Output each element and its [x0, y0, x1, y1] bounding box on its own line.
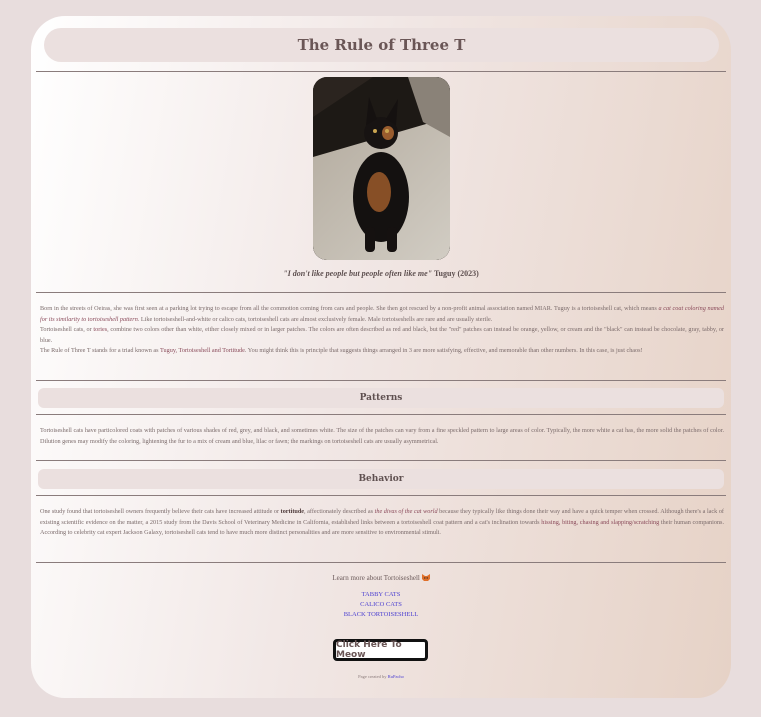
patterns-text: Tortoiseshell cats have particolored coa… — [40, 426, 724, 447]
meow-button[interactable]: Click Here To Meow — [333, 639, 428, 661]
divider — [36, 460, 726, 461]
intro-p3-a: The Rule of Three T stands for a triad k… — [40, 347, 160, 354]
link-black-tortoiseshell[interactable]: BLACK TORTOISESHELL — [31, 610, 731, 620]
link-tabby-cats[interactable]: TABBY CATS — [31, 590, 731, 600]
cat-face-icon — [421, 574, 430, 581]
patterns-paragraph: Tortoiseshell cats have particolored coa… — [40, 427, 724, 445]
divider — [36, 292, 726, 293]
meow-button-label: Click Here To Meow — [336, 640, 402, 660]
intro-p1-a: Born in the streets of Oeiras, she was f… — [40, 305, 659, 312]
caption-quote: "I don't like people but people often li… — [283, 269, 433, 278]
behavior-text: One study found that tortoiseshell owner… — [40, 507, 724, 539]
related-links: TABBY CATS CALICO CATS BLACK TORTOISESHE… — [31, 590, 731, 620]
divider — [36, 414, 726, 415]
intro-text: Born in the streets of Oeiras, she was f… — [40, 304, 724, 357]
intro-p3-hl: Tuguy, Tortoiseshell and Tortitude — [160, 347, 245, 354]
behavior-heading-text: Behavior — [358, 474, 404, 484]
section-heading-patterns: Patterns — [38, 388, 724, 408]
behavior-em: the divas of the cat world — [374, 508, 438, 515]
divider — [36, 495, 726, 496]
divider — [36, 380, 726, 381]
credit-prefix: Page created by — [358, 674, 387, 679]
page-title: The Rule of Three T — [44, 28, 719, 62]
learn-more-text: Learn more about Tortoiseshell — [332, 574, 420, 582]
behavior-t2: , affectionately described as — [304, 508, 375, 515]
credit-author-link[interactable]: RuPacho — [388, 674, 404, 679]
main-card: The Rule of Three T "I don't like people… — [31, 16, 731, 698]
behavior-t1: One study found that tortoiseshell owner… — [40, 508, 281, 515]
intro-p3-b: . You might think this is principle that… — [244, 347, 643, 354]
behavior-strong: tortitude — [280, 508, 305, 515]
patterns-heading-text: Patterns — [359, 393, 403, 403]
intro-p2-b: , combine two colors other than white, e… — [40, 326, 724, 344]
intro-p2-hl: tories — [93, 326, 108, 333]
cat-photo — [313, 77, 450, 260]
intro-p2-a: Tortoiseshell cats, or — [40, 326, 94, 333]
divider — [36, 562, 726, 563]
photo-caption: "I don't like people but people often li… — [31, 269, 731, 278]
cat-photo-image — [313, 77, 450, 260]
behavior-hl: hissing, biting, chasing and slapping/sc… — [541, 518, 660, 526]
link-calico-cats[interactable]: CALICO CATS — [31, 600, 731, 610]
section-heading-behavior: Behavior — [38, 469, 724, 489]
intro-p1-b: . Like tortoiseshell-and-white or calico… — [137, 315, 493, 323]
page-credit: Page created by RuPacho — [31, 674, 731, 679]
caption-author: Tuguy (2023) — [433, 269, 479, 278]
divider — [36, 71, 726, 72]
learn-more: Learn more about Tortoiseshell — [31, 574, 731, 582]
page-title-text: The Rule of Three T — [297, 36, 466, 54]
